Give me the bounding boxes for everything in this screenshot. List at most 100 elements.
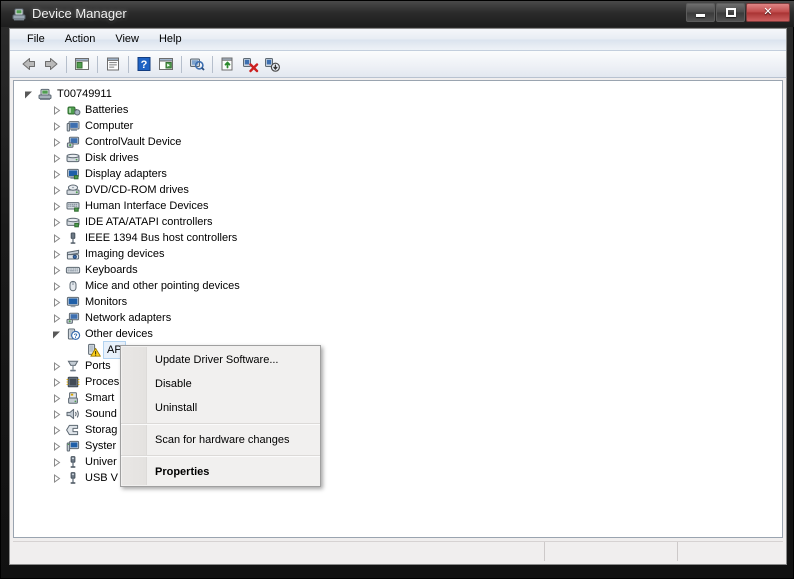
tree-node-dvd-cdrom-drives[interactable]: DVD/CD-ROM drives <box>14 182 782 198</box>
menu-view[interactable]: View <box>106 30 148 49</box>
menu-file[interactable]: File <box>18 30 54 49</box>
expand-arrow-collapsed-icon[interactable] <box>52 454 61 470</box>
expand-arrow-collapsed-icon[interactable] <box>52 310 61 326</box>
device-manager-window: Device Manager ✕ File Action View Help ?… <box>0 0 794 579</box>
tree-node-keyboards[interactable]: Keyboards <box>14 262 782 278</box>
expand-arrow-expanded-icon[interactable] <box>24 86 33 102</box>
expand-arrow-collapsed-icon[interactable] <box>52 214 61 230</box>
minimize-button[interactable] <box>686 3 715 22</box>
expand-arrow-collapsed-icon[interactable] <box>52 262 61 278</box>
menu-bar: File Action View Help <box>10 29 786 51</box>
tree-node-label: Display adapters <box>85 168 167 180</box>
tree-node-mice-and-other-pointing-devices[interactable]: Mice and other pointing devices <box>14 278 782 294</box>
tree-node-human-interface-devices[interactable]: Human Interface Devices <box>14 198 782 214</box>
expand-arrow-collapsed-icon[interactable] <box>52 438 61 454</box>
tree-node-batteries[interactable]: Batteries <box>14 102 782 118</box>
tree-node-network-adapters[interactable]: Network adapters <box>14 310 782 326</box>
tree-node-label: Other devices <box>85 328 153 340</box>
context-menu-item-disable[interactable]: Disable <box>121 372 320 396</box>
status-pane-main <box>13 542 545 561</box>
menu-action[interactable]: Action <box>56 30 105 49</box>
expand-arrow-collapsed-icon[interactable] <box>52 102 61 118</box>
tree-node-label: Human Interface Devices <box>85 200 209 212</box>
expand-arrow-collapsed-icon[interactable] <box>52 166 61 182</box>
tree-node-label: ControlVault Device <box>85 136 182 148</box>
ieee1394-icon <box>65 230 81 246</box>
maximize-button[interactable] <box>716 3 745 22</box>
close-button[interactable]: ✕ <box>746 3 790 22</box>
expand-arrow-collapsed-icon[interactable] <box>52 150 61 166</box>
tree-node-label: Keyboards <box>85 264 138 276</box>
expand-arrow-collapsed-icon[interactable] <box>52 198 61 214</box>
svg-text:?: ? <box>74 333 78 340</box>
back-icon[interactable] <box>18 53 40 75</box>
tree-node-label: Smart <box>85 392 115 404</box>
expand-arrow-collapsed-icon[interactable] <box>52 390 61 406</box>
context-menu-item-update-driver-software[interactable]: Update Driver Software... <box>121 348 320 372</box>
expand-arrow-collapsed-icon[interactable] <box>52 118 61 134</box>
update-driver-software-icon[interactable] <box>217 53 239 75</box>
tree-node-label: Syster <box>85 440 117 452</box>
menu-help[interactable]: Help <box>150 30 191 49</box>
status-pane-third <box>678 542 783 561</box>
toolbar: ? <box>10 51 786 78</box>
mouse-icon <box>65 278 81 294</box>
title-bar: Device Manager ✕ <box>1 1 794 27</box>
context-menu-separator <box>121 423 320 425</box>
tree-node-computer[interactable]: Computer <box>14 118 782 134</box>
disable-device-icon[interactable] <box>261 53 283 75</box>
expand-arrow-collapsed-icon[interactable] <box>52 230 61 246</box>
expand-arrow-collapsed-icon[interactable] <box>52 246 61 262</box>
expand-arrow-collapsed-icon[interactable] <box>52 422 61 438</box>
computer-root-icon <box>37 86 53 102</box>
context-menu-item-scan-for-hardware-changes[interactable]: Scan for hardware changes <box>121 428 320 452</box>
other-devices-icon: ? <box>65 326 81 342</box>
tree-node-root[interactable]: T00749911 <box>14 86 782 102</box>
tree-node-label: Batteries <box>85 104 129 116</box>
device-context-menu[interactable]: Update Driver Software... Disable Uninst… <box>120 345 321 487</box>
expand-arrow-collapsed-icon[interactable] <box>52 358 61 374</box>
tree-node-label: IDE ATA/ATAPI controllers <box>85 216 213 228</box>
expand-arrow-collapsed-icon[interactable] <box>52 182 61 198</box>
expand-arrow-collapsed-icon[interactable] <box>52 134 61 150</box>
expand-arrow-collapsed-icon[interactable] <box>52 470 61 486</box>
tree-node-ide-ata-atapi-controllers[interactable]: IDE ATA/ATAPI controllers <box>14 214 782 230</box>
dvd-drive-icon <box>65 182 81 198</box>
uninstall-device-icon[interactable] <box>239 53 261 75</box>
computer-icon <box>65 118 81 134</box>
tree-node-label: Storag <box>85 424 118 436</box>
tree-node-ieee-1394-bus-host-controllers[interactable]: IEEE 1394 Bus host controllers <box>14 230 782 246</box>
properties-icon[interactable] <box>102 53 124 75</box>
tree-node-label: USB V <box>85 472 119 484</box>
toolbar-separator <box>212 55 213 73</box>
tree-node-label: Network adapters <box>85 312 172 324</box>
expand-arrow-collapsed-icon[interactable] <box>52 278 61 294</box>
expand-arrow-collapsed-icon[interactable] <box>52 406 61 422</box>
tree-node-display-adapters[interactable]: Display adapters <box>14 166 782 182</box>
show-hide-action-pane-icon[interactable] <box>155 53 177 75</box>
help-icon[interactable]: ? <box>133 53 155 75</box>
forward-icon[interactable] <box>40 53 62 75</box>
scan-for-hardware-changes-icon[interactable] <box>186 53 208 75</box>
tree-node-monitors[interactable]: Monitors <box>14 294 782 310</box>
system-device-icon <box>65 438 81 454</box>
context-menu-item-properties[interactable]: Properties <box>121 460 320 484</box>
maximize-icon <box>717 4 744 21</box>
context-menu-item-uninstall[interactable]: Uninstall <box>121 396 320 420</box>
tree-node-label: Computer <box>85 120 134 132</box>
tree-node-label: IEEE 1394 Bus host controllers <box>85 232 238 244</box>
tree-node-label: Monitors <box>85 296 128 308</box>
processor-icon <box>65 374 81 390</box>
tree-node-label: DVD/CD-ROM drives <box>85 184 189 196</box>
tree-node-controlvault-device[interactable]: ControlVault Device <box>14 134 782 150</box>
show-hide-console-tree-icon[interactable] <box>71 53 93 75</box>
expand-arrow-collapsed-icon[interactable] <box>52 374 61 390</box>
toolbar-separator <box>66 55 67 73</box>
tree-node-other-devices[interactable]: ? Other devices <box>14 326 782 342</box>
tree-node-disk-drives[interactable]: Disk drives <box>14 150 782 166</box>
context-menu-separator <box>121 455 320 457</box>
expand-arrow-collapsed-icon[interactable] <box>52 294 61 310</box>
tree-node-imaging-devices[interactable]: Imaging devices <box>14 246 782 262</box>
expand-arrow-expanded-icon[interactable] <box>52 326 61 342</box>
toolbar-separator <box>128 55 129 73</box>
